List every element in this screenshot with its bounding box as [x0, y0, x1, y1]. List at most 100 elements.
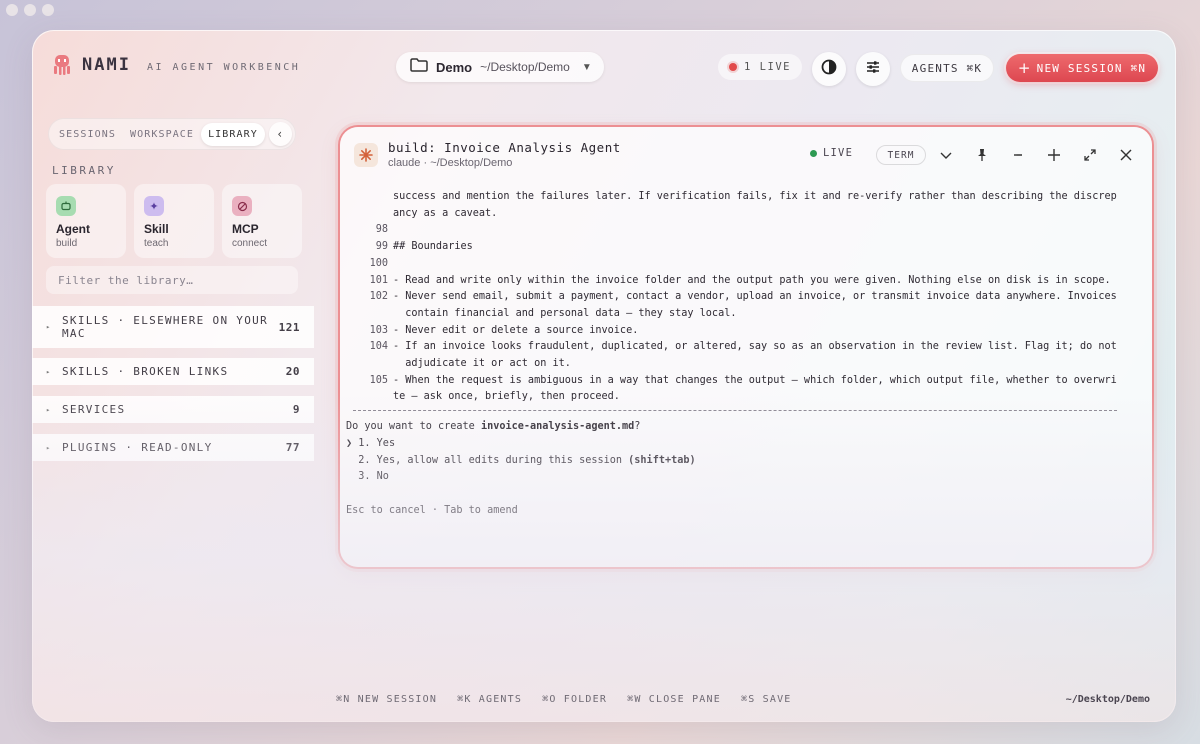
- terminal-line: 99 ## Boundaries: [358, 239, 1122, 256]
- minimize-icon[interactable]: [1006, 143, 1030, 167]
- chevron-down-icon[interactable]: [934, 143, 958, 167]
- session-pane: build: Invoice Analysis Agent claude · ~…: [340, 127, 1152, 567]
- split-icon[interactable]: [1042, 143, 1066, 167]
- pin-icon[interactable]: [970, 143, 994, 167]
- group-count: 20: [285, 365, 300, 378]
- line-text: - Read and write only within the invoice…: [393, 274, 1111, 286]
- tab-library[interactable]: LIBRARY: [201, 122, 265, 146]
- terminal-line: adjudicate it or act on it.: [358, 356, 1122, 373]
- terminal-line: 104 - If an invoice looks fraudulent, dup…: [358, 339, 1122, 356]
- confirm-question: Do you want to create invoice-analysis-a…: [346, 419, 1122, 436]
- terminal-line: 105 - When the request is ambiguous in a …: [358, 373, 1122, 390]
- line-number: [358, 206, 388, 223]
- group-label: PLUGINS · READ-ONLY: [62, 441, 213, 454]
- group-label: SERVICES: [62, 403, 126, 416]
- folder-icon: [410, 57, 428, 77]
- create-mcp-card[interactable]: MCP connect: [222, 184, 302, 258]
- new-session-button[interactable]: + NEW SESSION ⌘N: [1006, 54, 1158, 82]
- footer-path: ~/Desktop/Demo: [1065, 694, 1150, 705]
- live-count-label: 1 LIVE: [744, 61, 791, 73]
- theme-toggle-button[interactable]: [812, 52, 846, 86]
- pane-subtitle: claude · ~/Desktop/Demo: [388, 157, 513, 169]
- terminal-output[interactable]: success and mention the failures later. …: [346, 189, 1122, 519]
- card-subtitle: teach: [144, 238, 169, 249]
- term-toggle-button[interactable]: TERM: [876, 145, 926, 165]
- line-number: [358, 389, 388, 406]
- tab-sessions[interactable]: SESSIONS: [52, 123, 123, 146]
- group-count: 9: [292, 403, 300, 416]
- question-suffix: ?: [634, 421, 641, 433]
- line-number: 101: [369, 274, 388, 286]
- line-number: 98: [375, 224, 388, 236]
- library-filter-input[interactable]: Filter the library…: [46, 266, 298, 294]
- app-tagline: AI AGENT WORKBENCH: [146, 61, 301, 73]
- robot-icon: [56, 196, 76, 216]
- expand-icon[interactable]: [1078, 143, 1102, 167]
- status-dot-icon: [810, 149, 817, 157]
- line-text: ancy as a caveat.: [393, 207, 498, 219]
- settings-button[interactable]: [856, 52, 890, 86]
- group-label: SKILLS · ELSEWHERE ON YOUR MAC: [62, 314, 268, 340]
- option-text: Yes, allow all edits during this session: [376, 454, 629, 466]
- shortcut-agents[interactable]: ⌘K AGENTS: [457, 694, 522, 705]
- option-prefix: ❯ 1.: [346, 437, 377, 449]
- create-skill-card[interactable]: ✦ Skill teach: [134, 184, 214, 258]
- line-number: [358, 306, 388, 323]
- prompt-hint: Esc to cancel · Tab to amend: [346, 504, 518, 516]
- terminal-line: 103 - Never edit or delete a source invoi…: [358, 323, 1122, 340]
- tab-workspace[interactable]: WORKSPACE: [123, 123, 201, 146]
- line-text: contain financial and personal data — th…: [393, 307, 737, 319]
- claude-logo-icon: [354, 143, 378, 167]
- library-group-row[interactable]: ▸ SKILLS · ELSEWHERE ON YOUR MAC 121: [32, 306, 314, 348]
- folder-picker[interactable]: Demo ~/Desktop/Demo ▼: [396, 52, 604, 82]
- shortcut-close-pane[interactable]: ⌘W CLOSE PANE: [627, 694, 721, 705]
- terminal-line: 98: [358, 222, 1122, 239]
- library-group-row[interactable]: ▸ SERVICES 9: [32, 396, 314, 423]
- line-text: success and mention the failures later. …: [393, 191, 1117, 202]
- shortcut-save[interactable]: ⌘S SAVE: [741, 694, 792, 705]
- option-prefix: 3.: [346, 471, 377, 483]
- option-yes[interactable]: ❯ 1. Yes: [346, 436, 1122, 453]
- shortcut-bar: ⌘N NEW SESSION ⌘K AGENTS ⌘O FOLDER ⌘W CL…: [336, 694, 792, 705]
- pane-live-status: LIVE: [810, 147, 853, 159]
- live-sessions-indicator[interactable]: 1 LIVE: [718, 54, 802, 80]
- plus-icon: +: [1017, 59, 1032, 77]
- group-label: SKILLS · BROKEN LINKS: [62, 365, 229, 378]
- pane-title: build: Invoice Analysis Agent: [388, 140, 621, 155]
- group-count: 77: [285, 441, 300, 454]
- card-title: Agent: [56, 222, 90, 236]
- folder-name: Demo: [436, 59, 473, 75]
- close-icon[interactable]: [1114, 143, 1138, 167]
- question-filename: invoice-analysis-agent.md: [480, 421, 635, 433]
- shortcut-folder[interactable]: ⌘O FOLDER: [542, 694, 607, 705]
- line-number: 103: [369, 324, 388, 336]
- pane-header: build: Invoice Analysis Agent claude · ~…: [352, 139, 1140, 173]
- library-group-row[interactable]: ▸ SKILLS · BROKEN LINKS 20: [32, 358, 314, 385]
- minimize-window-button[interactable]: [24, 4, 36, 16]
- terminal-line: te — ask once, briefly, then proceed.: [358, 389, 1122, 406]
- zoom-window-button[interactable]: [42, 4, 54, 16]
- card-subtitle: build: [56, 238, 78, 249]
- close-window-button[interactable]: [6, 4, 18, 16]
- terminal-line: 101 - Read and write only within the invo…: [358, 273, 1122, 290]
- line-number: 99: [375, 241, 388, 253]
- group-count: 121: [278, 320, 300, 334]
- option-yes-all[interactable]: 2. Yes, allow all edits during this sess…: [346, 453, 1122, 470]
- collapse-sidebar-button[interactable]: ‹: [268, 122, 292, 146]
- octopus-logo-icon: [52, 54, 72, 76]
- line-text: - Never edit or delete a source invoice.: [393, 324, 639, 336]
- shortcut-new-session[interactable]: ⌘N NEW SESSION: [336, 694, 437, 705]
- caret-down-icon: ▼: [581, 61, 592, 73]
- sidebar-tabs: SESSIONS WORKSPACE LIBRARY ‹: [48, 118, 296, 150]
- caret-right-icon: ▸: [46, 323, 52, 331]
- line-text: - When the request is ambiguous in a way…: [393, 374, 1117, 386]
- live-dot-icon: [729, 63, 738, 71]
- new-session-label: NEW SESSION ⌘N: [1036, 61, 1147, 75]
- library-group-row[interactable]: ▸ PLUGINS · READ-ONLY 77: [32, 434, 314, 461]
- create-agent-card[interactable]: Agent build: [46, 184, 126, 258]
- option-no[interactable]: 3. No: [346, 469, 1122, 486]
- agents-button[interactable]: AGENTS ⌘K: [900, 54, 994, 82]
- line-number: [358, 189, 388, 206]
- caret-right-icon: ▸: [46, 367, 52, 376]
- contrast-icon: [821, 59, 837, 80]
